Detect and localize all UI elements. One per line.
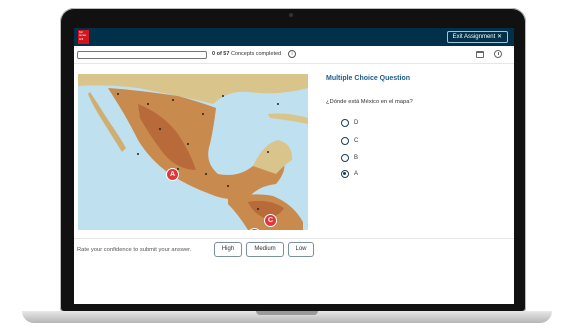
choice-label: C: [354, 138, 359, 144]
choice-a[interactable]: A: [341, 169, 358, 179]
confidence-medium-button[interactable]: Medium: [246, 242, 284, 257]
radio-button[interactable]: [341, 137, 349, 145]
confidence-prompt: Rate your confidence to submit your answ…: [77, 247, 192, 253]
confidence-low-button[interactable]: Low: [288, 242, 314, 257]
choice-c[interactable]: C: [341, 136, 358, 146]
radio-button-selected[interactable]: [341, 170, 349, 178]
top-bar: Mc Graw Hill Exit Assignment ✕: [74, 28, 514, 46]
choice-label: A: [354, 171, 359, 177]
choice-label: D: [354, 120, 359, 126]
radio-button[interactable]: [341, 154, 349, 162]
question-prompt: ¿Dónde está México en el mapa?: [326, 99, 413, 105]
confidence-high-button[interactable]: High: [214, 242, 242, 257]
map-graphic: [78, 74, 308, 230]
radio-button[interactable]: [341, 119, 349, 127]
laptop-notch: [256, 311, 318, 315]
camera: [289, 13, 293, 17]
progress-row: 0 of 57 Concepts completed i: [74, 46, 514, 64]
choice-b[interactable]: B: [341, 153, 358, 163]
progress-suffix: Concepts completed: [229, 51, 282, 57]
map-marker-a: A: [166, 168, 179, 181]
progress-bar: [77, 51, 207, 59]
choice-d[interactable]: D: [341, 118, 358, 128]
screen: Mc Graw Hill Exit Assignment ✕ 0 of 57 C…: [74, 28, 514, 304]
question-type-title: Multiple Choice Question: [326, 75, 411, 82]
confidence-row: Rate your confidence to submit your answ…: [74, 238, 514, 262]
clock-icon[interactable]: [494, 50, 502, 58]
mexico-map: A B C D: [78, 74, 308, 230]
map-marker-c: C: [264, 214, 277, 227]
calendar-icon[interactable]: [476, 51, 484, 58]
mcgraw-hill-logo: Mc Graw Hill: [78, 30, 89, 44]
progress-text: 0 of 57 Concepts completed: [212, 51, 281, 57]
progress-count: 0 of 57: [212, 51, 230, 57]
info-icon[interactable]: i: [288, 50, 296, 58]
choice-label: B: [354, 155, 359, 161]
exit-assignment-button[interactable]: Exit Assignment ✕: [446, 31, 508, 43]
